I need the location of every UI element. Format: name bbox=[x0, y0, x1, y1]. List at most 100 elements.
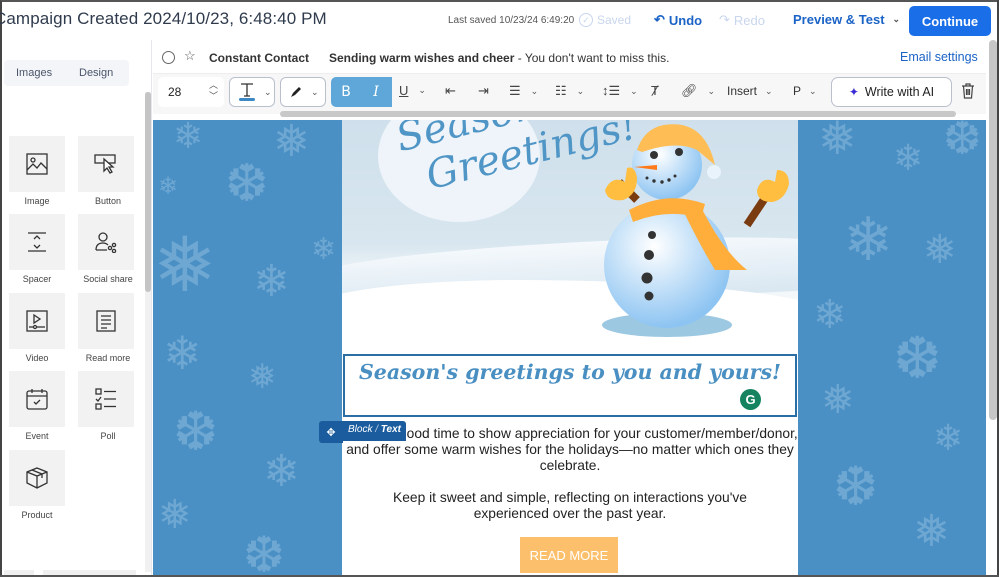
block-label: Video bbox=[25, 353, 49, 363]
sparkle-icon: ✦ bbox=[848, 85, 859, 99]
horizontal-scrollbar[interactable] bbox=[280, 111, 956, 117]
list-dropdown[interactable]: ☷ ⌄ bbox=[555, 83, 584, 99]
indent-button[interactable]: ⇥ bbox=[478, 83, 489, 99]
indent-icon: ⇥ bbox=[478, 83, 489, 98]
align-dropdown[interactable]: ☰ ⌄ bbox=[509, 83, 538, 99]
text-block-selected[interactable]: Season's greetings to you and yours! G bbox=[343, 354, 797, 417]
social-share-icon bbox=[95, 232, 117, 253]
undo-button[interactable]: ↶ Undo bbox=[654, 12, 702, 28]
snowflake-icon: ❆ bbox=[833, 457, 879, 517]
paragraph-style-dropdown[interactable]: P ⌄ bbox=[793, 84, 817, 98]
highlight-dropdown[interactable]: ⌄ bbox=[280, 77, 326, 107]
block-tile-product[interactable] bbox=[9, 450, 65, 506]
read-more-button[interactable]: READ MORE bbox=[520, 537, 618, 573]
link-icon: 🔗︎ bbox=[681, 83, 698, 98]
block-tag-separator: / bbox=[372, 424, 381, 435]
read-more-icon bbox=[96, 310, 116, 332]
write-ai-label: Write with AI bbox=[864, 85, 935, 99]
email-heading[interactable]: Season's greetings to you and yours! bbox=[345, 360, 795, 385]
spacer-icon bbox=[28, 232, 46, 252]
snowflake-icon: ❆ bbox=[243, 527, 285, 577]
snowflake-icon: ❄ bbox=[173, 120, 204, 156]
bold-italic-group: B I bbox=[331, 77, 392, 107]
outdent-icon: ⇤ bbox=[445, 83, 456, 98]
saved-label: Saved bbox=[597, 13, 632, 27]
snowflake-icon: ❆ bbox=[173, 402, 219, 462]
underline-icon: U bbox=[399, 83, 409, 98]
link-dropdown[interactable]: 🔗︎ ⌄ bbox=[681, 83, 715, 99]
chevron-down-icon[interactable]: ﹀ bbox=[209, 91, 218, 102]
block-tag-type: Text bbox=[380, 424, 401, 435]
blocks-sidebar: Images Design Image Button Spacer Social… bbox=[0, 40, 152, 577]
snowflake-icon: ❅ bbox=[923, 228, 957, 272]
snowflake-icon: ❄ bbox=[158, 173, 179, 200]
chevron-down-icon: ⌄ bbox=[311, 86, 319, 97]
star-icon[interactable]: ☆ bbox=[184, 48, 196, 64]
snowflake-icon: ❄ bbox=[163, 327, 202, 379]
block-tile-poll[interactable] bbox=[78, 371, 134, 427]
preview-label: Preview & Test bbox=[793, 12, 885, 27]
check-circle-icon: ✓ bbox=[579, 13, 593, 27]
editor-canvas-area: ☆ Constant Contact Sending warm wishes a… bbox=[153, 40, 986, 577]
continue-button[interactable]: Continue bbox=[909, 6, 991, 36]
block-tile-image[interactable] bbox=[9, 136, 65, 192]
font-size-input[interactable]: 28 ︿ ﹀ bbox=[158, 77, 224, 107]
email-paragraph-1[interactable]: Now is a good time to show appreciation … bbox=[342, 426, 798, 474]
chevron-down-icon: ⌄ bbox=[765, 85, 773, 96]
snowflake-icon: ❅ bbox=[158, 493, 192, 537]
tab-images[interactable]: Images bbox=[16, 67, 52, 79]
block-label: Image bbox=[24, 196, 50, 206]
canvas-vertical-scrollbar[interactable] bbox=[989, 40, 997, 440]
text-color-dropdown[interactable]: ⌄ bbox=[229, 77, 275, 107]
insert-dropdown[interactable]: Insert ⌄ bbox=[727, 84, 773, 98]
video-icon bbox=[26, 310, 48, 332]
subject-bold: Sending warm wishes and cheer bbox=[329, 51, 515, 65]
highlighter-icon bbox=[291, 87, 301, 97]
underline-dropdown[interactable]: U ⌄ bbox=[399, 83, 426, 98]
product-box-icon bbox=[26, 467, 48, 489]
outdent-button[interactable]: ⇤ bbox=[445, 83, 456, 99]
text-color-icon bbox=[239, 83, 255, 101]
block-label: Event bbox=[25, 431, 49, 441]
snowflake-icon: ❄ bbox=[311, 233, 337, 266]
hero-image[interactable]: Season's Greetings! bbox=[342, 120, 798, 344]
write-with-ai-button[interactable]: ✦ Write with AI bbox=[831, 77, 952, 107]
trash-icon[interactable] bbox=[961, 83, 975, 99]
canvas-scrollbar-thumb[interactable] bbox=[989, 40, 997, 420]
block-tile-read-more[interactable] bbox=[78, 293, 134, 349]
italic-button[interactable]: I bbox=[361, 84, 391, 100]
clear-formatting-button[interactable]: Ⱦ bbox=[651, 83, 659, 98]
chevron-up-icon[interactable]: ︿ bbox=[209, 80, 218, 91]
chevron-down-icon: ⌄ bbox=[576, 85, 585, 96]
preview-test-dropdown[interactable]: Preview & Test ⌄ bbox=[793, 12, 900, 27]
snowflake-icon: ❆ bbox=[893, 326, 942, 391]
tab-design[interactable]: Design bbox=[79, 67, 113, 79]
sidebar-scrollbar[interactable] bbox=[145, 92, 151, 572]
calendar-icon bbox=[26, 389, 48, 410]
snowflake-icon: ❅ bbox=[248, 358, 277, 396]
bold-button[interactable]: B bbox=[331, 84, 361, 100]
sidebar-scrollbar-thumb[interactable] bbox=[145, 92, 151, 292]
grammarly-icon[interactable]: G bbox=[740, 389, 761, 410]
line-spacing-dropdown[interactable]: ↕☰ ⌄ bbox=[602, 83, 638, 99]
email-paragraph-2[interactable]: Keep it sweet and simple, reflecting on … bbox=[342, 490, 798, 522]
snowflake-icon: ❄ bbox=[253, 257, 290, 306]
font-size-stepper[interactable]: ︿ ﹀ bbox=[209, 80, 218, 102]
block-tile-button[interactable] bbox=[78, 136, 134, 192]
block-tag-label: Block / Text bbox=[343, 421, 406, 441]
block-tile-spacer[interactable] bbox=[9, 214, 65, 270]
subject-preheader: - You don't want to miss this. bbox=[514, 51, 670, 65]
select-radio[interactable] bbox=[162, 51, 175, 64]
email-settings-link[interactable]: Email settings bbox=[900, 50, 978, 64]
insert-label: Insert bbox=[727, 84, 758, 98]
campaign-title[interactable]: Campaign Created 2024/10/23, 6:48:40 PM bbox=[0, 9, 327, 29]
block-tile-event[interactable] bbox=[9, 371, 65, 427]
move-handle-icon[interactable]: ✥ bbox=[319, 421, 343, 443]
redo-button[interactable]: ↷ Redo bbox=[719, 12, 765, 28]
last-saved-status: Last saved 10/23/24 6:49:20 bbox=[448, 15, 575, 26]
sidebar-tabs: Images Design bbox=[4, 60, 129, 86]
subject-line: Sending warm wishes and cheer - You don'… bbox=[329, 51, 669, 65]
block-tile-social-share[interactable] bbox=[78, 214, 134, 270]
font-size-value: 28 bbox=[168, 85, 182, 99]
block-tile-video[interactable] bbox=[9, 293, 65, 349]
